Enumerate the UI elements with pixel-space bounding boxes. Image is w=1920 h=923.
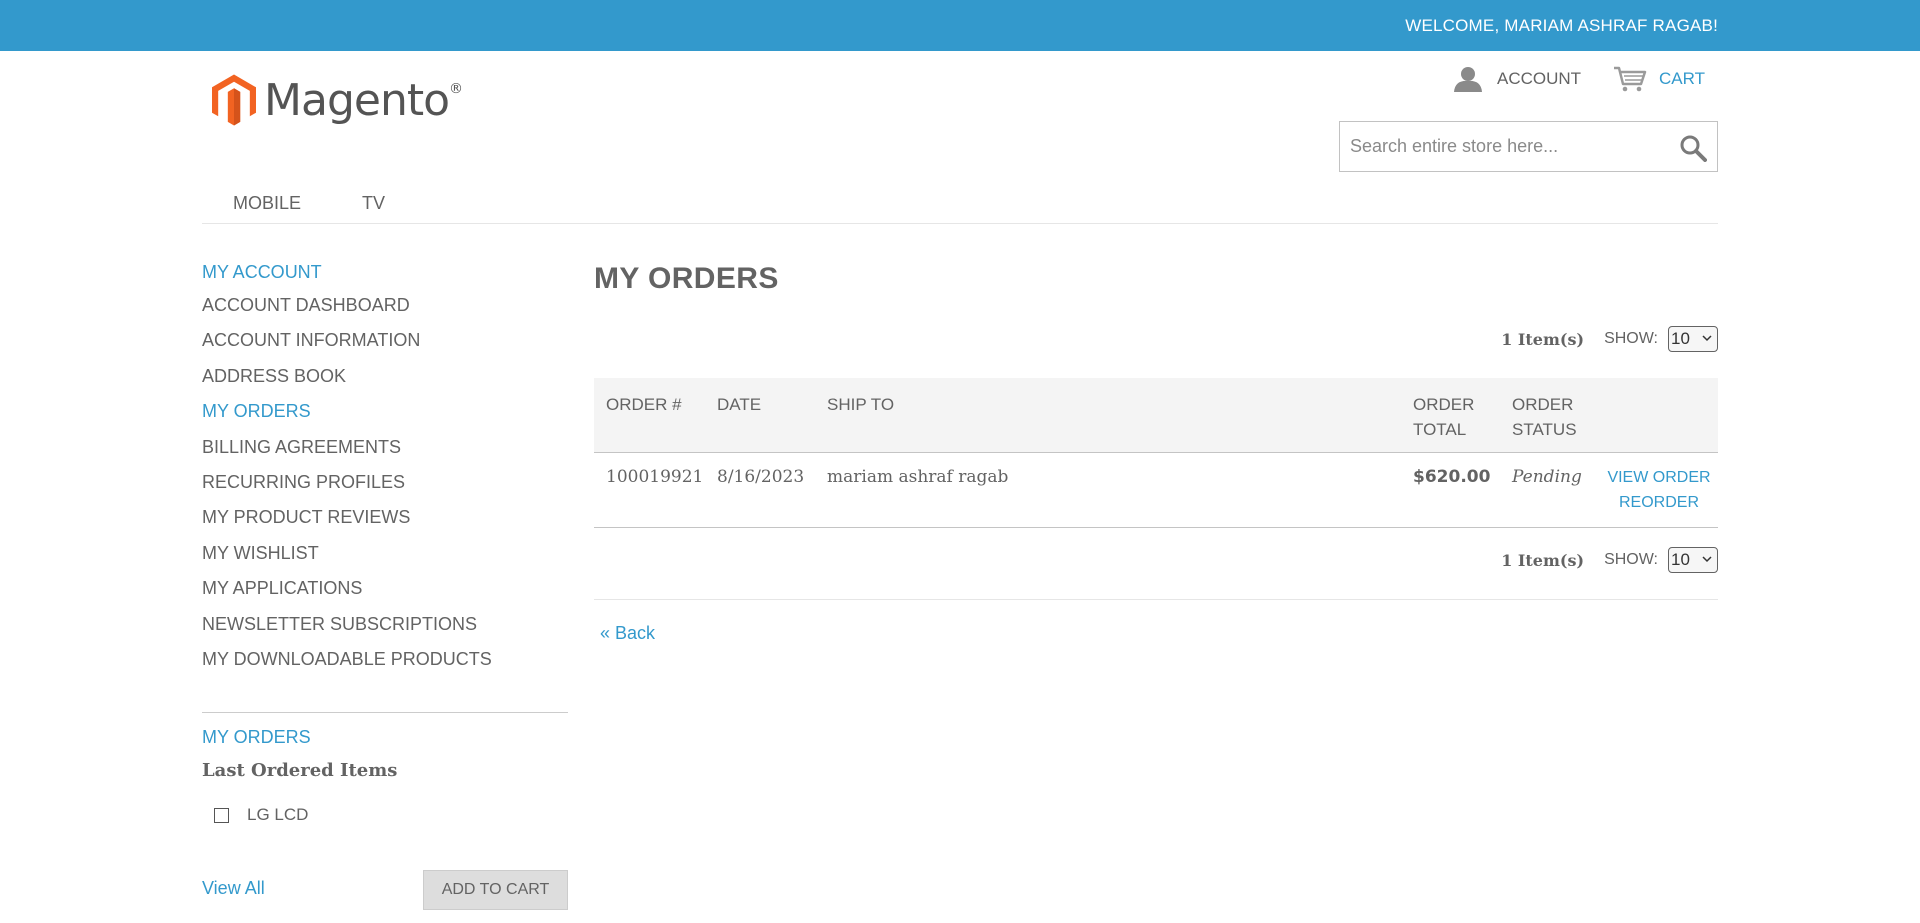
sidebar-item-applications[interactable]: MY APPLICATIONS — [202, 573, 568, 608]
table-row: 100019921 8/16/2023 mariam ashraf ragab … — [594, 453, 1718, 528]
logo-wordmark: Magento® — [264, 74, 463, 126]
table-header: ORDER # DATE SHIP TO ORDER TOTAL ORDER STA… — [594, 378, 1718, 453]
item-count: 1 Item(s) — [1501, 329, 1585, 349]
limiter-select-bottom[interactable]: 10 — [1668, 547, 1718, 573]
header-order-status: ORDER STATUS — [1512, 395, 1577, 439]
search-icon — [1680, 135, 1707, 162]
limiter-value: 10 — [1671, 329, 1690, 348]
reorder-link[interactable]: REORDER — [1619, 494, 1699, 511]
magento-logo-icon — [212, 74, 257, 126]
show-label-bottom: SHOW: — [1604, 551, 1658, 568]
pager-bottom: 1 Item(s) SHOW: 10 — [1501, 546, 1718, 574]
view-all-link[interactable]: View All — [202, 878, 265, 899]
show-label: SHOW: — [1604, 330, 1658, 347]
header-order-number: ORDER # — [606, 395, 682, 414]
welcome-message: WELCOME, MARIAM ASHRAF RAGAB! — [1405, 16, 1718, 35]
content-divider — [594, 599, 1718, 600]
order-date: 8/16/2023 — [717, 467, 805, 487]
item-checkbox[interactable] — [214, 807, 229, 823]
header-date: DATE — [717, 395, 762, 414]
back-link[interactable]: « Back — [600, 623, 655, 644]
sidebar-item-account-information[interactable]: ACCOUNT INFORMATION — [202, 325, 568, 360]
account-label: ACCOUNT — [1497, 69, 1582, 88]
sidebar-item-downloadable-products[interactable]: MY DOWNLOADABLE PRODUCTS — [202, 644, 568, 679]
sidebar-item-my-orders: MY ORDERS — [202, 401, 311, 422]
sidebar-item-address-book[interactable]: ADDRESS BOOK — [202, 361, 568, 396]
order-actions: VIEW ORDER REORDER — [1603, 465, 1715, 515]
view-order-link[interactable]: VIEW ORDER — [1607, 469, 1710, 486]
sidebar-item-product-reviews[interactable]: MY PRODUCT REVIEWS — [202, 502, 568, 537]
sidebar-item-wishlist[interactable]: MY WISHLIST — [202, 538, 568, 573]
reorder-block-title[interactable]: MY ORDERS — [202, 727, 311, 748]
order-status: Pending — [1512, 467, 1582, 487]
sidebar-title: MY ACCOUNT — [202, 262, 322, 282]
user-icon — [1454, 67, 1482, 92]
order-number: 100019921 — [606, 467, 704, 487]
item-count-bottom: 1 Item(s) — [1501, 550, 1585, 570]
last-ordered-item: LG LCD — [214, 805, 308, 825]
cart-link[interactable]: CART — [1613, 66, 1705, 92]
account-sidebar: MY ACCOUNT ACCOUNT DASHBOARD ACCOUNT INF… — [202, 262, 568, 679]
last-ordered-item-name: LG LCD — [247, 805, 309, 824]
chevron-down-icon — [1702, 556, 1712, 563]
main-nav: MOBILE TV — [202, 184, 1718, 224]
cart-icon — [1614, 66, 1647, 92]
limiter-select[interactable]: 10 — [1668, 326, 1718, 352]
sidebar-item-billing-agreements[interactable]: BILLING AGREEMENTS — [202, 432, 568, 467]
order-ship-to: mariam ashraf ragab — [827, 467, 1009, 487]
cart-label: CART — [1659, 69, 1705, 88]
sidebar-item-account-dashboard[interactable]: ACCOUNT DASHBOARD — [202, 290, 568, 325]
header-order-total: ORDER TOTAL — [1413, 395, 1475, 439]
chevron-down-icon — [1702, 335, 1712, 342]
search-button[interactable] — [1679, 134, 1707, 162]
search-box — [1339, 121, 1718, 172]
sidebar-nav: ACCOUNT DASHBOARD ACCOUNT INFORMATION AD… — [202, 290, 568, 679]
pager-top: 1 Item(s) SHOW: 10 — [1501, 325, 1718, 353]
nav-item-tv[interactable]: TV — [362, 193, 385, 214]
order-total: $620.00 — [1413, 467, 1491, 487]
header-ship-to: SHIP TO — [827, 395, 895, 414]
limiter-value-bottom: 10 — [1671, 550, 1690, 569]
account-link[interactable]: ACCOUNT — [1453, 66, 1581, 92]
reorder-block-subtitle: Last Ordered Items — [202, 760, 398, 781]
add-to-cart-button[interactable]: ADD TO CART — [423, 870, 568, 910]
welcome-bar: WELCOME, MARIAM ASHRAF RAGAB! — [0, 0, 1920, 51]
magento-logo[interactable]: Magento® — [212, 63, 463, 137]
orders-table: ORDER # DATE SHIP TO ORDER TOTAL ORDER STA… — [594, 378, 1718, 528]
page-title: MY ORDERS — [594, 262, 779, 295]
nav-item-mobile[interactable]: MOBILE — [233, 193, 301, 214]
sidebar-item-newsletter[interactable]: NEWSLETTER SUBSCRIPTIONS — [202, 609, 568, 644]
search-input[interactable] — [1340, 122, 1660, 171]
sidebar-item-recurring-profiles[interactable]: RECURRING PROFILES — [202, 467, 568, 502]
sidebar-divider — [202, 712, 568, 713]
